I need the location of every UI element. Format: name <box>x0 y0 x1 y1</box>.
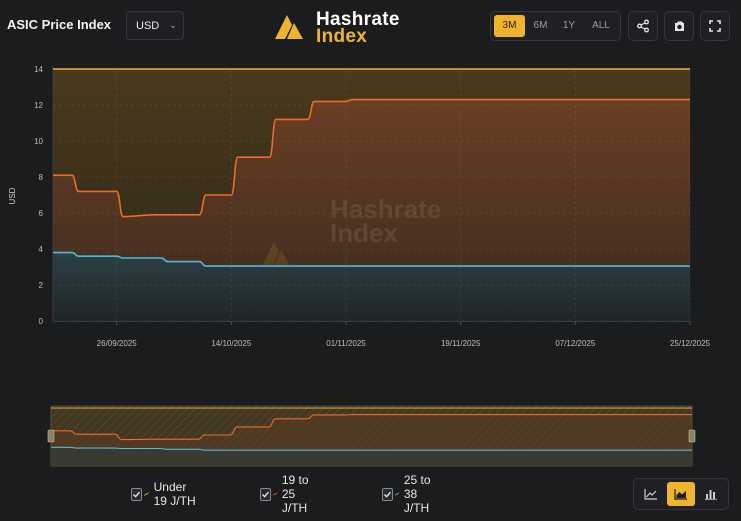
navigator-handle-left <box>47 429 55 443</box>
range-6m-button[interactable]: 6M <box>527 15 554 37</box>
range-selector: 3M 6M 1Y ALL <box>490 11 621 41</box>
area-chart-icon <box>674 489 687 500</box>
y-tick-label: 10 <box>34 137 43 146</box>
legend-label: Under 19 J/TH <box>153 480 196 508</box>
y-axis-label: USD <box>8 187 17 204</box>
share-icon <box>637 19 649 33</box>
series-line-icon <box>272 492 278 496</box>
range-all-button[interactable]: ALL <box>585 15 617 37</box>
fullscreen-icon <box>709 20 721 32</box>
y-tick-label: 2 <box>39 281 44 290</box>
fullscreen-button[interactable] <box>700 11 730 41</box>
bar-chart-button[interactable] <box>697 482 725 506</box>
range-3m-button[interactable]: 3M <box>494 15 525 37</box>
watermark-line2: Index <box>330 218 398 248</box>
screenshot-icon <box>675 21 684 31</box>
legend-item-19-to-25[interactable]: 19 to 25 J/TH <box>260 473 317 515</box>
logo-text-line2: Index <box>316 26 368 47</box>
legend-label: 19 to 25 J/TH <box>281 473 309 515</box>
chart-type-switcher <box>633 478 729 510</box>
x-tick-label: 14/10/2025 <box>211 339 252 348</box>
currency-select[interactable]: USD ⌄ <box>126 11 184 40</box>
x-tick-label: 25/12/2025 <box>670 339 711 348</box>
line-chart-button[interactable] <box>637 482 665 506</box>
currency-value: USD <box>136 19 160 32</box>
x-axis-ticks: 26/09/2025 14/10/2025 01/11/2025 19/11/2025… <box>97 321 711 348</box>
checkbox-checked-icon[interactable] <box>131 487 142 501</box>
main-chart[interactable]: Hashrate Index 02468101214 26/09/2025 14/… <box>0 52 741 352</box>
x-tick-label: 19/11/2025 <box>441 339 481 348</box>
checkbox-checked-icon[interactable] <box>260 487 271 501</box>
checkbox-checked-icon[interactable] <box>382 487 393 501</box>
range-1y-button[interactable]: 1Y <box>557 15 581 37</box>
x-tick-label: 26/09/2025 <box>97 339 138 348</box>
top-bar: ASIC Price Index USD ⌄ Hashrate Index 3M… <box>0 0 741 52</box>
bar-chart-icon <box>705 490 717 500</box>
y-tick-label: 4 <box>39 245 44 254</box>
area-chart-button[interactable] <box>667 482 695 506</box>
y-tick-label: 8 <box>39 173 44 182</box>
screenshot-button[interactable] <box>664 11 694 41</box>
series-line-icon <box>143 492 149 496</box>
series-line-icon <box>394 492 400 496</box>
logo-mark-icon <box>275 15 303 39</box>
y-axis-ticks: 0 2 4 6 8 10 12 14 <box>34 65 43 326</box>
legend-label: 25 to 38 J/TH <box>403 473 431 515</box>
chevron-down-icon: ⌄ <box>169 20 177 30</box>
x-tick-label: 07/12/2025 <box>555 339 596 348</box>
page-title: ASIC Price Index <box>7 17 112 32</box>
y-tick-label: 6 <box>39 209 44 218</box>
navigator-handle-right <box>688 429 696 443</box>
legend-item-25-to-38[interactable]: 25 to 38 J/TH <box>382 473 439 515</box>
y-tick-label: 12 <box>34 101 43 110</box>
y-tick-label: 0 <box>39 317 44 326</box>
line-chart-icon <box>644 489 657 500</box>
x-tick-label: 01/11/2025 <box>326 339 366 348</box>
share-button[interactable] <box>628 11 658 41</box>
legend-item-under-19[interactable]: Under 19 J/TH <box>131 480 196 508</box>
y-tick-label: 14 <box>34 65 43 74</box>
range-navigator[interactable] <box>0 400 741 472</box>
hashrate-index-logo: Hashrate Index <box>270 9 415 47</box>
